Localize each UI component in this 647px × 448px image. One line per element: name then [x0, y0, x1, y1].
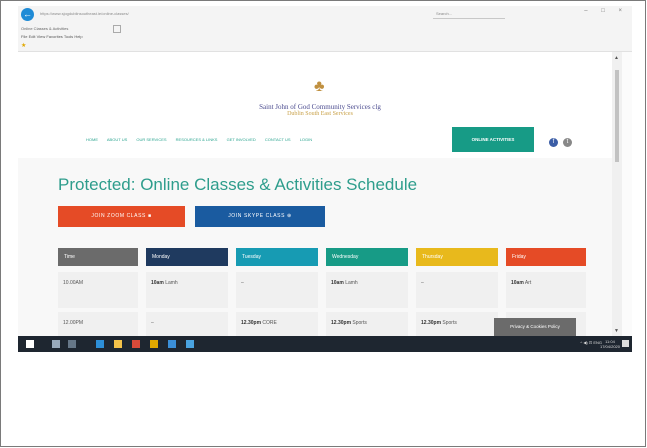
schedule-time-cell: 10.00AM: [58, 272, 138, 308]
url-field[interactable]: https://www.sjogdublinsoutheast.ie/onlin…: [40, 11, 129, 16]
search-icon[interactable]: [52, 340, 60, 348]
schedule-header: Tuesday: [236, 248, 318, 266]
store-icon[interactable]: [186, 340, 194, 348]
class-name: –: [421, 280, 424, 286]
join-zoom-button[interactable]: JOIN ZOOM CLASS ■: [58, 206, 185, 227]
task-view-icon[interactable]: [68, 340, 76, 348]
notification-icon[interactable]: [622, 340, 629, 347]
nav-contact[interactable]: CONTACT US: [265, 137, 291, 142]
class-time: 12.30pm: [241, 320, 262, 326]
screenshot: ← https://www.sjogdublinsoutheast.ie/onl…: [18, 6, 632, 352]
nav-home[interactable]: HOME: [86, 137, 98, 142]
nav-online-activities[interactable]: ONLINE ACTIVITIES: [452, 127, 534, 152]
nav-get-involved[interactable]: GET INVOLVED: [227, 137, 256, 142]
new-tab-icon[interactable]: [113, 25, 121, 33]
tab-title[interactable]: Online Classes & Activities: [21, 26, 68, 31]
office-icon[interactable]: [132, 340, 140, 348]
twitter-icon[interactable]: t: [563, 138, 572, 147]
menu-file[interactable]: File: [21, 34, 27, 39]
class-time: 10am: [151, 280, 164, 286]
org-subtitle: Dublin South East Services: [287, 111, 353, 117]
class-name: Lamh: [165, 280, 178, 286]
menu-favorites[interactable]: Favorites: [46, 34, 62, 39]
class-time: 12.30pm: [421, 320, 442, 326]
favorites-bar: ★: [18, 41, 632, 52]
schedule-header: Wednesday: [326, 248, 408, 266]
page-scrollbar[interactable]: ▲ ▼: [612, 52, 622, 336]
join-skype-button[interactable]: JOIN SKYPE CLASS ⊕: [195, 206, 325, 227]
menu-bar: File Edit View Favorites Tools Help: [18, 33, 632, 41]
edge-browser-icon[interactable]: [96, 340, 104, 348]
favorites-star-icon[interactable]: ★: [21, 42, 26, 49]
class-name: Sports: [442, 320, 457, 326]
site-header: ♣ Saint John of God Community Services c…: [18, 52, 622, 158]
tab-bar: Online Classes & Activities: [18, 24, 632, 33]
app-icon[interactable]: [150, 340, 158, 348]
schedule-header: Monday: [146, 248, 228, 266]
class-name: CORE: [262, 320, 277, 326]
schedule-header: Friday: [506, 248, 586, 266]
class-name: Lamh: [345, 280, 358, 286]
system-tray[interactable]: ^ ◀) ⊡ ENG: [580, 340, 602, 345]
web-page: ♣ Saint John of God Community Services c…: [18, 52, 622, 348]
menu-tools[interactable]: Tools: [64, 34, 73, 39]
schedule-cell: –: [416, 272, 498, 308]
org-name: Saint John of God Community Services clg: [259, 103, 381, 111]
menu-help[interactable]: Help: [74, 34, 82, 39]
schedule-cell: 10am Art: [506, 272, 586, 308]
privacy-policy-button[interactable]: Privacy & Cookies Policy: [494, 318, 576, 336]
mail-icon[interactable]: [168, 340, 176, 348]
schedule-cell: –: [236, 272, 318, 308]
class-name: Sports: [352, 320, 367, 326]
class-name: –: [241, 280, 244, 286]
page-title: Protected: Online Classes & Activities S…: [58, 175, 418, 194]
back-arrow-icon[interactable]: ←: [21, 8, 34, 21]
facebook-icon[interactable]: f: [549, 138, 558, 147]
clock-date: 17/04/2020: [599, 344, 620, 349]
scroll-thumb[interactable]: [615, 70, 619, 162]
window-controls[interactable]: – □ ×: [584, 8, 628, 14]
scroll-up-icon[interactable]: ▲: [614, 55, 619, 61]
nav-login[interactable]: LOGIN: [300, 137, 312, 142]
schedule-header: Thursday: [416, 248, 498, 266]
menu-items[interactable]: File Edit View Favorites Tools Help: [21, 34, 83, 39]
schedule-header: Time: [58, 248, 138, 266]
class-name: –: [151, 320, 154, 326]
windows-start-icon[interactable]: [26, 340, 34, 348]
menu-edit[interactable]: Edit: [29, 34, 36, 39]
nav-resources[interactable]: RESOURCES & LINKS: [176, 137, 218, 142]
logo-icon[interactable]: ♣: [314, 78, 325, 96]
search-underline: [433, 18, 505, 19]
class-time: 12.30pm: [331, 320, 352, 326]
scroll-down-icon[interactable]: ▼: [614, 328, 619, 334]
main-nav: HOME ABOUT US OUR SERVICES RESOURCES & L…: [86, 137, 320, 142]
nav-services[interactable]: OUR SERVICES: [136, 137, 166, 142]
nav-about[interactable]: ABOUT US: [107, 137, 127, 142]
taskbar: ^ ◀) ⊡ ENG 11:04 17/04/2020: [18, 336, 632, 352]
class-time: 10am: [511, 280, 524, 286]
menu-view[interactable]: View: [37, 34, 46, 39]
file-explorer-icon[interactable]: [114, 340, 122, 348]
class-name: Art: [524, 280, 532, 286]
search-input[interactable]: Search...: [436, 11, 452, 16]
schedule-cell: 10am Lamh: [146, 272, 228, 308]
class-time: 10am: [331, 280, 344, 286]
clock[interactable]: 11:04 17/04/2020: [600, 339, 620, 349]
schedule-cell: 10am Lamh: [326, 272, 408, 308]
address-bar: ← https://www.sjogdublinsoutheast.ie/onl…: [18, 6, 632, 24]
